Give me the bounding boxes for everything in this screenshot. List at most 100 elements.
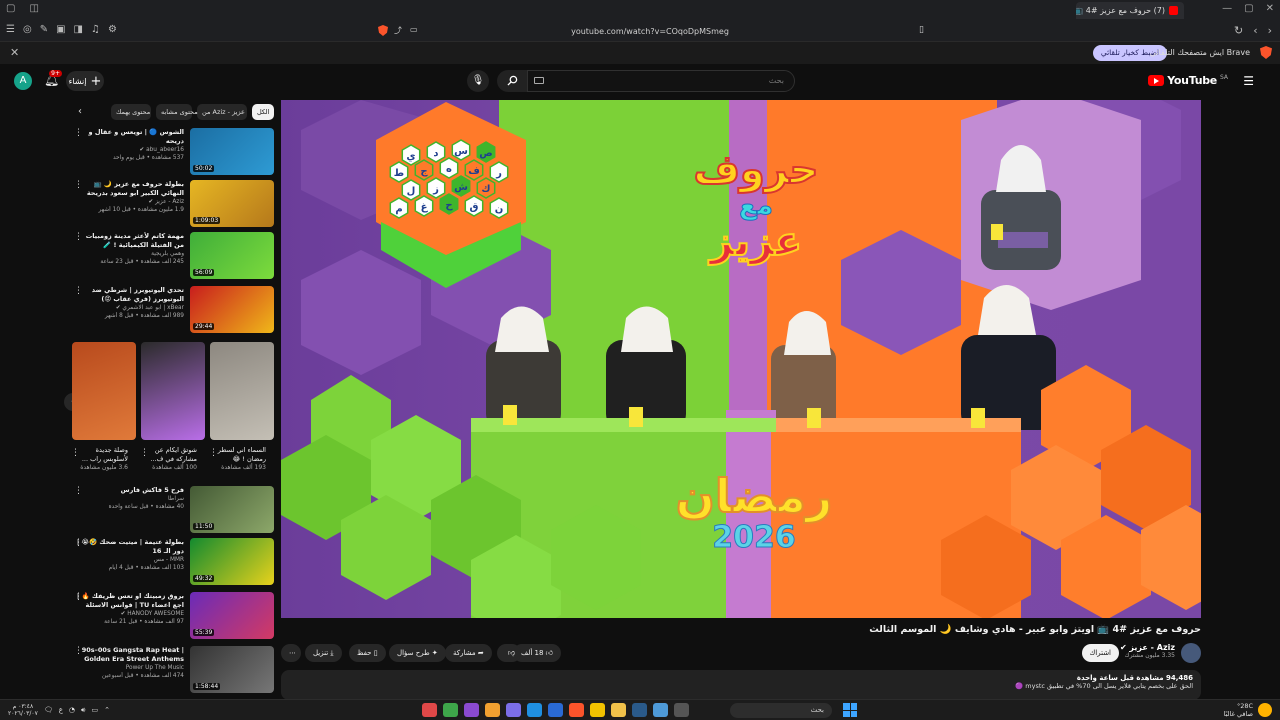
short-more-icon[interactable]: ⋮ [71,448,80,458]
wallet-icon[interactable]: ▣ [56,24,65,35]
volume-icon[interactable]: 🔊︎ [81,706,85,715]
url-field[interactable]: ⤴ ▭ youtube.com/watch?v=COqoDpMSmeg ▯ [370,23,930,39]
youtube-logo[interactable]: YouTube SA [1148,74,1228,87]
chrome-icon[interactable] [590,703,605,717]
chip-all[interactable]: الكل [252,104,274,120]
short-thumbnail[interactable] [141,342,205,440]
channel-name[interactable]: Power Up The Music [76,664,184,672]
create-button[interactable]: إنشاء + [66,71,104,91]
app-icon-3[interactable] [464,703,479,717]
notification-center-icon[interactable]: 🗨︎ [44,706,53,714]
dislike-button[interactable]: 👎︎ [497,644,521,662]
short-title[interactable]: وصلة جديدة لأسلوبس راب ... [72,446,128,464]
video-thumbnail[interactable]: 11:50 [190,486,274,533]
recommendation-item[interactable]: 56:09 مهمة كاتم لأعثر مدينة زومبيات من ال… [70,232,274,281]
app-icon-2[interactable] [443,703,458,717]
channel-name[interactable]: Aziz - عزيز ✔ [76,198,184,206]
close-window-icon[interactable]: ✕ [1266,3,1274,14]
video-title-link[interactable]: 90s–00s Gangsta Rap Heat | Golden Era St… [76,646,184,664]
file-explorer-icon[interactable] [611,703,626,717]
battery-icon[interactable]: ▭ [91,706,98,714]
recommendation-item[interactable]: 11:50 فرح 5 فاكش فارس سراطا 40 مشاهدة • قبل… [70,486,274,535]
recommendation-item[interactable]: 1:09:03 بطولة حروف مع عزيز 🌙 📺 النهائي ال… [70,180,274,229]
screenshot-icon[interactable]: ▭ [410,25,418,36]
video-title-link[interactable]: بطولة حروف مع عزيز 🌙 📺 النهائي الكبير اب… [76,180,184,198]
video-title-link[interactable]: بطولة عتيمة | ميتيت ضحك 🤣😭 | دور الـ 16 [76,538,184,556]
guide-menu-icon[interactable]: ☰ [1243,74,1254,88]
video-thumbnail[interactable]: 49:32 [190,538,274,585]
search-button[interactable] [497,70,527,92]
minimize-icon[interactable]: — [1222,3,1232,14]
extensions-icon[interactable]: ✎ [40,24,48,35]
chip-similar[interactable]: محتوى مشابه [156,104,198,120]
keyboard-icon[interactable] [534,77,544,84]
app-icon-5[interactable] [506,703,521,717]
brave-shields-icon[interactable] [378,25,388,36]
more-actions-button[interactable]: ⋯ [281,644,301,662]
short-thumbnail[interactable] [210,342,274,440]
rewards-icon[interactable]: ◎ [23,24,32,35]
back-icon[interactable]: ‹ [1253,24,1257,37]
more-options-icon[interactable]: ⋮ [74,646,83,656]
video-title-link[interactable]: الشوس 🔵 | تويعس و عقال و دريحه [76,128,184,146]
channel-name[interactable]: HANODY AWESOME ✔ [76,610,184,618]
maximize-icon[interactable]: ▢ [1244,3,1253,14]
steam-icon[interactable] [632,703,647,717]
subscribe-button[interactable]: اشتراك [1081,644,1119,662]
save-button[interactable]: ▯ حفظ [349,644,386,662]
start-button-icon[interactable] [843,703,857,717]
more-options-icon[interactable]: ⋮ [74,538,83,548]
hidden-icons-icon[interactable]: ⌃ [104,706,110,714]
download-button[interactable]: ⤓ تنزيل [305,644,342,662]
video-title-link[interactable]: بروق زمبيتك او تعس ظريفك 🔥 | اجع اعضاء T… [76,592,184,610]
share-button[interactable]: ➦ مشاركة [445,644,492,662]
short-more-icon[interactable]: ⋮ [209,448,218,458]
clock[interactable]: ٠٣:٤٨ م ٢٠٢٦/٠٣/٠٧ [8,703,38,717]
account-avatar[interactable]: A [14,72,32,90]
reload-icon[interactable]: ↻ [1234,24,1243,37]
channel-name[interactable]: سراطا [76,495,184,503]
channel-name[interactable]: xBear | ابو عبد الاشمري ✔ [76,304,184,312]
recommendation-item[interactable]: 50:02 الشوس 🔵 | تويعس و عقال و دريحه abu_a… [70,128,274,177]
video-title-link[interactable]: تحدي اليوتيوبرز | شرطي ضد اليوتيوبرز (فر… [76,286,184,304]
video-thumbnail[interactable]: 1:09:03 [190,180,274,227]
recommendation-item[interactable]: 49:32 بطولة عتيمة | ميتيت ضحك 🤣😭 | دور ال… [70,538,274,587]
more-options-icon[interactable]: ⋮ [74,486,83,496]
video-title-link[interactable]: فرح 5 فاكش فارس [76,486,184,495]
more-options-icon[interactable]: ⋮ [74,232,83,242]
channel-info[interactable]: Aziz - عزيز ✔ 3.35 مليون مشترك [1120,643,1175,659]
language-indicator[interactable]: ع [59,706,63,714]
chip-from-channel[interactable]: من Aziz - عزيز [197,104,247,120]
sidebar-toggle-icon[interactable]: ▢ [6,3,15,14]
voice-search-icon[interactable]: 🎙︎ [467,70,489,92]
settings-icon[interactable]: ⚙ [108,24,117,35]
short-thumbnail[interactable] [72,342,136,440]
task-view-icon[interactable] [674,703,689,717]
short-more-icon[interactable]: ⋮ [140,448,149,458]
app-icon-12[interactable] [653,703,668,717]
sidebar-icon[interactable]: ◨ [74,24,83,35]
search-input[interactable]: بحث [527,70,795,92]
share-icon[interactable]: ⤴ [394,25,402,36]
video-thumbnail[interactable]: 50:02 [190,128,274,175]
video-player[interactable]: يدسصطجهفرلزشكمغحقن حروف مع عزيز رمضان 20… [281,100,1201,618]
video-title-link[interactable]: مهمة كاتم لأعثر مدينة زومبيات من الفتيلة… [76,232,184,250]
close-infobar-icon[interactable]: ✕ [10,46,19,59]
chip-interests[interactable]: محتوى يهمك [111,104,151,120]
media-icon[interactable]: ♫ [91,24,100,35]
taskbar-search[interactable]: بحث [730,703,832,718]
description-box[interactable]: 94,486 مشاهدة قبل ساعة واحدة الحق على بخ… [281,670,1201,700]
channel-avatar[interactable] [1181,643,1201,663]
app-icon-4[interactable] [485,703,500,717]
more-options-icon[interactable]: ⋮ [74,592,83,602]
recommendation-item[interactable]: 55:39 بروق زمبيتك او تعس ظريفك 🔥 | اجع اع… [70,592,274,641]
wifi-icon[interactable]: ◔ [69,706,75,714]
more-options-icon[interactable]: ⋮ [74,180,83,190]
notifications-bell-icon[interactable]: 🔔︎ 9+ [44,70,62,87]
more-options-icon[interactable]: ⋮ [74,128,83,138]
video-thumbnail[interactable]: 55:39 [190,592,274,639]
channel-name[interactable]: abu_abeer16 ✔ [76,146,184,154]
short-title[interactable]: السماء اني لسطر رمضان ! 😂 [210,446,266,464]
edge-icon[interactable] [527,703,542,717]
recommendation-item[interactable]: 29:44 تحدي اليوتيوبرز | شرطي ضد اليوتيوبر… [70,286,274,335]
